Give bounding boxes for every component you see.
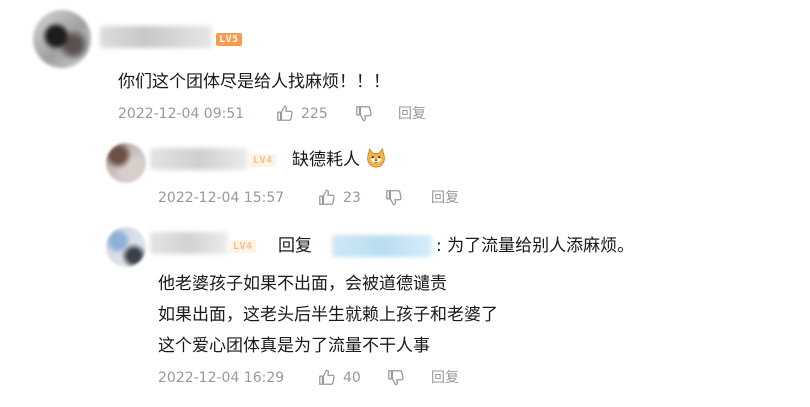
avatar[interactable] <box>106 143 146 183</box>
dislike-button[interactable] <box>385 189 403 211</box>
thumbs-down-icon <box>388 370 404 386</box>
comment-text-body: 缺德耗人 <box>292 150 360 170</box>
thumbs-up-icon <box>277 105 293 121</box>
reply-quote-text: : 为了流量给别人添麻烦。 <box>436 236 635 256</box>
comment-line: 他老婆孩子如果不出面，会被道德谴责 <box>158 274 447 294</box>
dislike-button[interactable] <box>355 105 373 127</box>
level-badge: LV4 <box>250 154 276 167</box>
reply-button[interactable]: 回复 <box>431 188 459 208</box>
avatar[interactable] <box>33 10 91 68</box>
comment-time: 2022-12-04 09:51 <box>118 106 245 122</box>
like-button[interactable] <box>318 188 336 210</box>
thumbs-up-icon <box>319 369 335 385</box>
like-button[interactable] <box>276 104 294 126</box>
comment-text: 缺德耗人 <box>292 147 387 172</box>
reply-button[interactable]: 回复 <box>398 104 426 124</box>
level-badge: LV5 <box>216 33 242 46</box>
comment-time: 2022-12-04 16:29 <box>158 370 285 386</box>
comment-line: 这个爱心团体真是为了流量不干人事 <box>158 336 430 356</box>
like-count: 40 <box>343 370 361 386</box>
dislike-button[interactable] <box>387 369 405 391</box>
thumbs-up-icon <box>319 189 335 205</box>
reply-button[interactable]: 回复 <box>431 368 459 388</box>
like-count: 23 <box>343 190 361 206</box>
username-blurred[interactable] <box>150 232 228 254</box>
thumbs-down-icon <box>386 190 402 206</box>
comment-line: 如果出面，这老头后半生就赖上孩子和老婆了 <box>158 305 498 325</box>
like-count: 225 <box>301 106 328 122</box>
avatar[interactable] <box>106 227 146 267</box>
username-blurred[interactable] <box>100 26 212 48</box>
mentioned-user-link[interactable] <box>332 235 432 257</box>
like-button[interactable] <box>318 368 336 390</box>
doge-emoji-icon <box>367 148 386 168</box>
thumbs-down-icon <box>356 106 372 122</box>
comment-text: 你们这个团体尽是给人找麻烦！！！ <box>118 72 390 92</box>
reply-to-label: 回复 <box>278 236 312 256</box>
level-badge: LV4 <box>230 240 256 253</box>
username-blurred[interactable] <box>150 148 248 170</box>
comment-time: 2022-12-04 15:57 <box>158 190 285 206</box>
